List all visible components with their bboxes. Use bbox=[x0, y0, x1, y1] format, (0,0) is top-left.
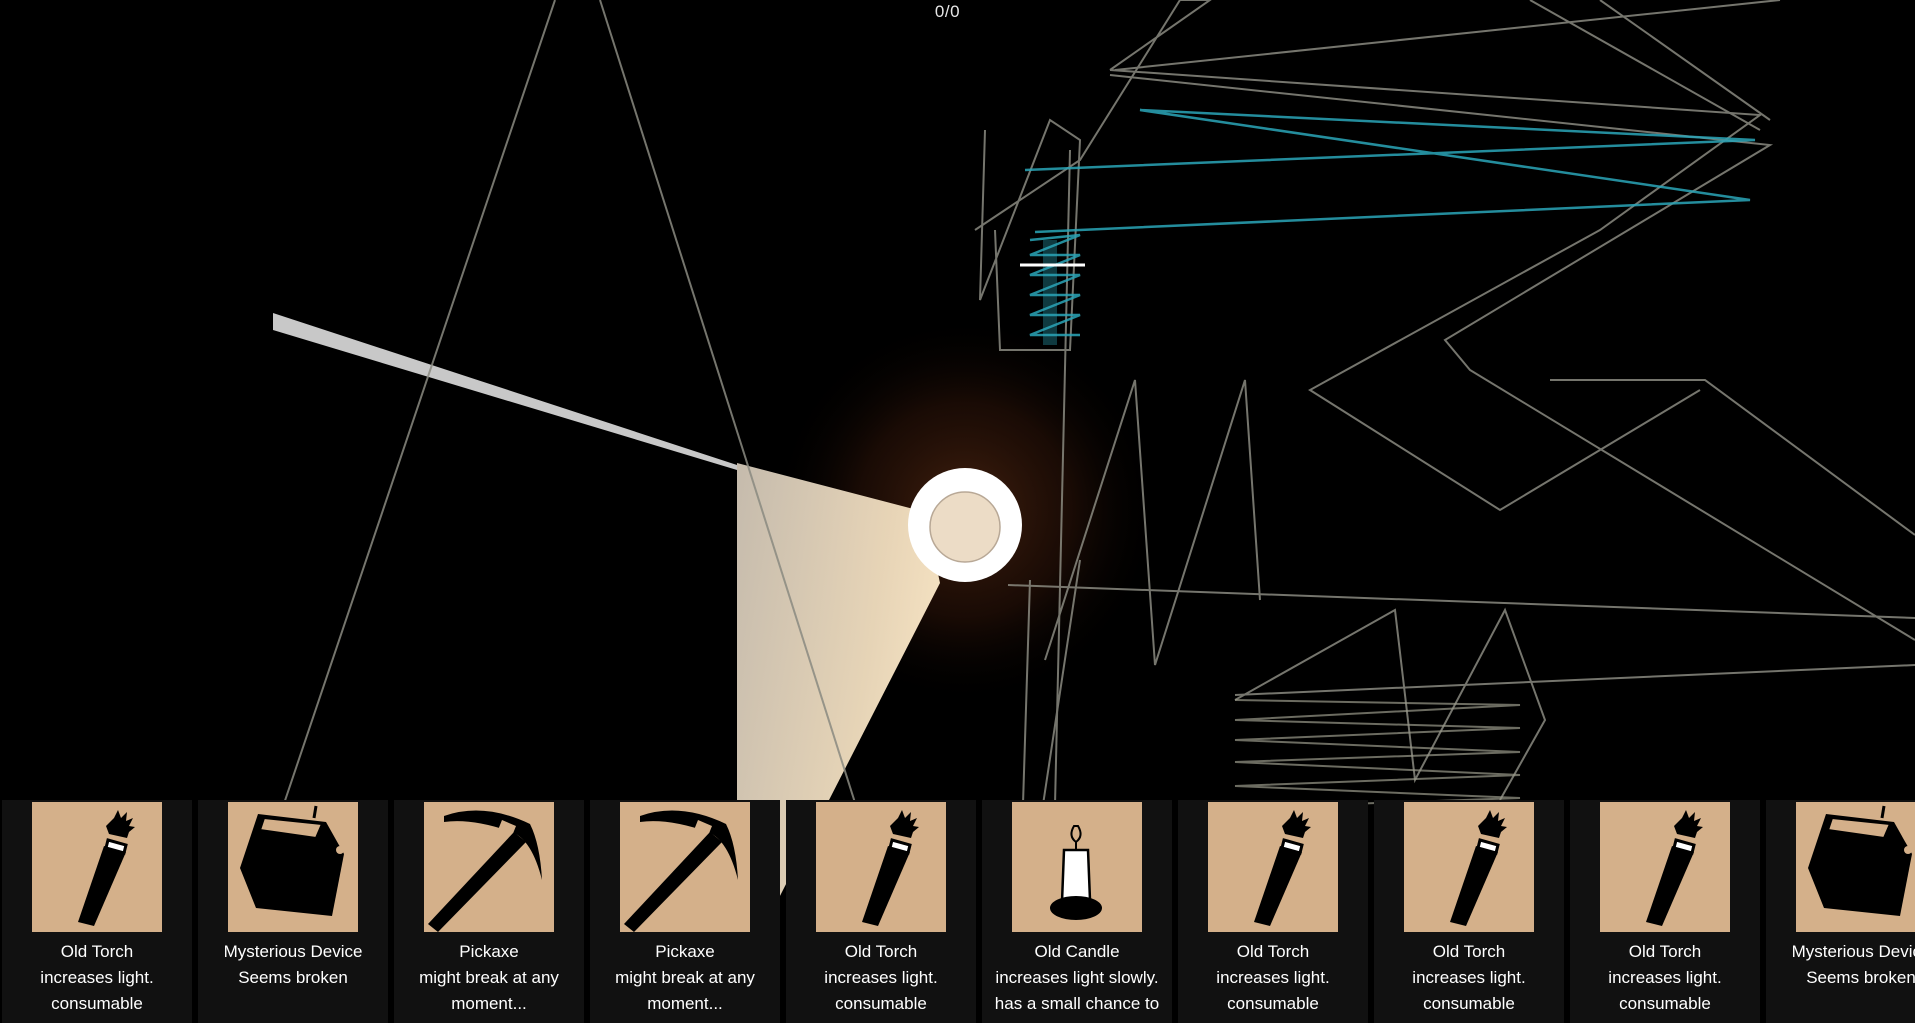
candle-icon bbox=[1012, 802, 1142, 932]
item-name: Pickaxe bbox=[655, 942, 715, 961]
torch-icon bbox=[1600, 802, 1730, 932]
item-description: might break at any moment... bbox=[615, 968, 755, 1013]
game-viewport[interactable]: 0/0 Old Torch increases light. consumabl… bbox=[0, 0, 1915, 1023]
item-description: increases light. consumable bbox=[1412, 968, 1526, 1013]
crystal-veins bbox=[1024, 108, 1756, 337]
inventory-slot-4[interactable]: Pickaxe might break at any moment... bbox=[590, 800, 780, 1023]
item-name: Old Torch bbox=[60, 942, 134, 961]
pickaxe-icon bbox=[620, 802, 750, 932]
item-name: Old Torch bbox=[844, 942, 918, 961]
torch-icon bbox=[1208, 802, 1338, 932]
item-description: might break at any moment... bbox=[419, 968, 559, 1013]
item-name: Old Torch bbox=[1432, 942, 1506, 961]
item-description: Seems broken bbox=[238, 968, 348, 987]
item-description: increases light. consumable bbox=[1216, 968, 1330, 1013]
torch-icon bbox=[32, 802, 162, 932]
device-icon bbox=[1796, 802, 1915, 932]
player-lantern bbox=[908, 468, 1022, 582]
item-name: Mysterious Device bbox=[1791, 942, 1915, 961]
inventory-slot-3[interactable]: Pickaxe might break at any moment... bbox=[394, 800, 584, 1023]
item-name: Old Torch bbox=[1236, 942, 1310, 961]
inventory-slot-5[interactable]: Old Torch increases light. consumable bbox=[786, 800, 976, 1023]
item-description: increases light. consumable bbox=[40, 968, 154, 1013]
device-icon bbox=[228, 802, 358, 932]
item-description: increases light. consumable bbox=[1608, 968, 1722, 1013]
pickaxe-icon bbox=[424, 802, 554, 932]
inventory-slot-6[interactable]: Old Candle increases light slowly. has a… bbox=[982, 800, 1172, 1023]
item-counter: 0/0 bbox=[934, 2, 961, 21]
torch-icon bbox=[1404, 802, 1534, 932]
item-name: Old Candle bbox=[1034, 942, 1120, 961]
inventory-slot-8[interactable]: Old Torch increases light. consumable bbox=[1374, 800, 1564, 1023]
item-name: Pickaxe bbox=[459, 942, 519, 961]
item-name: Old Torch bbox=[1628, 942, 1702, 961]
inventory-slot-9[interactable]: Old Torch increases light. consumable bbox=[1570, 800, 1760, 1023]
inventory-slot-10[interactable]: Mysterious Device Seems broken bbox=[1766, 800, 1915, 1023]
item-description: increases light slowly. has a small chan… bbox=[994, 968, 1160, 1013]
item-description: increases light. consumable bbox=[824, 968, 938, 1013]
inventory-slot-2[interactable]: Mysterious Device Seems broken bbox=[198, 800, 388, 1023]
item-description: Seems broken bbox=[1806, 968, 1915, 987]
rubble-zigzag bbox=[1234, 699, 1521, 809]
stone-slab bbox=[273, 313, 737, 470]
inventory-bar: Old Torch increases light. consumable My… bbox=[0, 800, 1915, 1023]
inventory-slot-1[interactable]: Old Torch increases light. consumable bbox=[2, 800, 192, 1023]
inventory-slot-7[interactable]: Old Torch increases light. consumable bbox=[1178, 800, 1368, 1023]
torch-icon bbox=[816, 802, 946, 932]
item-name: Mysterious Device bbox=[223, 942, 363, 961]
